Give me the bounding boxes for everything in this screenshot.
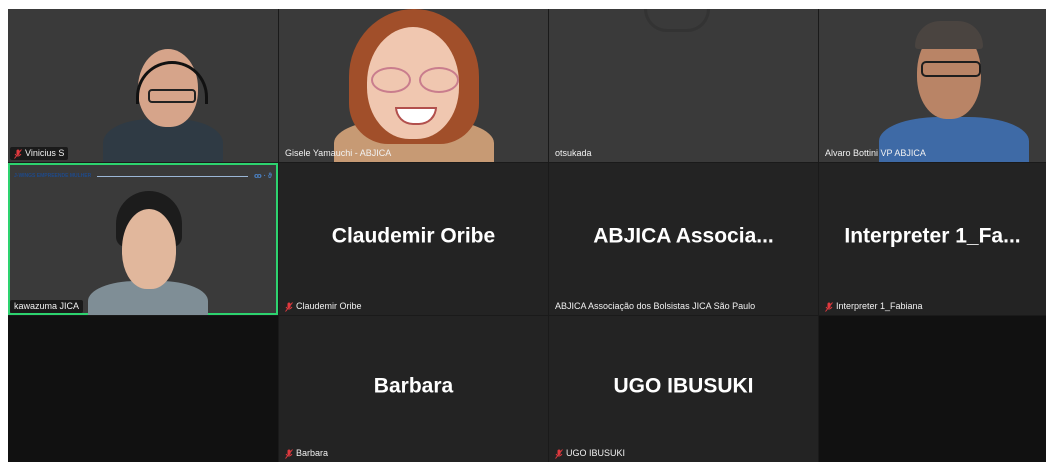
participant-name: otsukada [555, 148, 592, 158]
video-tile-kawazuma[interactable]: J-WINGS EMPREENDE MULHER ꝏ · ϑ kawazuma … [8, 163, 278, 315]
participant-name-tag: otsukada [551, 147, 596, 160]
muted-mic-icon [285, 301, 293, 312]
participant-name-tag: Vinicius S [10, 147, 69, 160]
participant-name-tag: Alvaro Bottini VP ABJICA [821, 147, 930, 160]
participant-video [8, 163, 278, 315]
participant-display-name: Claudemir Oribe [331, 224, 496, 248]
participant-video [644, 9, 710, 32]
participant-name-tag: ABJICA Associação dos Bolsistas JICA São… [551, 300, 759, 313]
avatar-tile-claudemir[interactable]: Claudemir Oribe Claudemir Oribe [279, 163, 548, 315]
participant-name: Barbara [296, 448, 329, 458]
avatar-tile-abjica[interactable]: ABJICA Associa... ABJICA Associação dos … [549, 163, 818, 315]
avatar-tile-ugo[interactable]: UGO IBUSUKI UGO IBUSUKI [549, 316, 818, 462]
participant-name: Interpreter 1_Fabiana [836, 301, 923, 311]
participant-display-name: ABJICA Associa... [593, 224, 774, 248]
video-tile-vinicius[interactable]: Vinicius S [8, 9, 278, 162]
participant-name-tag: Gisele Yamauchi - ABJICA [281, 147, 395, 160]
video-tile-alvaro[interactable]: Alvaro Bottini VP ABJICA [819, 9, 1046, 162]
empty-grid-area-left [8, 316, 278, 462]
muted-mic-icon [14, 148, 22, 159]
participant-name: ABJICA Associação dos Bolsistas JICA São… [555, 301, 756, 311]
participant-name-tag: Interpreter 1_Fabiana [821, 300, 927, 313]
participant-display-name: UGO IBUSUKI [613, 374, 754, 398]
muted-mic-icon [825, 301, 833, 312]
participant-name: Alvaro Bottini VP ABJICA [825, 148, 926, 158]
participant-name-tag: kawazuma JICA [10, 300, 84, 313]
participant-video [8, 9, 278, 162]
participant-display-name: Interpreter 1_Fa... [844, 224, 1021, 248]
participant-name: kawazuma JICA [14, 301, 80, 311]
participant-name-tag: UGO IBUSUKI [551, 447, 629, 460]
avatar-tile-interpreter[interactable]: Interpreter 1_Fa... Interpreter 1_Fabian… [819, 163, 1046, 315]
muted-mic-icon [555, 448, 563, 459]
participant-video [279, 9, 548, 162]
participant-name: Claudemir Oribe [296, 301, 362, 311]
participant-video [819, 9, 1046, 162]
participant-display-name: Barbara [373, 374, 454, 398]
muted-mic-icon [285, 448, 293, 459]
video-grid: Vinicius S Gisele Yamauchi - ABJICA otsu… [8, 9, 1046, 462]
empty-grid-area-right [819, 316, 1046, 462]
participant-name-tag: Barbara [281, 447, 332, 460]
video-tile-gisele[interactable]: Gisele Yamauchi - ABJICA [279, 9, 548, 162]
participant-name-tag: Claudemir Oribe [281, 300, 366, 313]
participant-name: Vinicius S [25, 148, 65, 158]
participant-name: Gisele Yamauchi - ABJICA [285, 148, 392, 158]
video-tile-otsukada[interactable]: otsukada [549, 9, 818, 162]
avatar-tile-barbara[interactable]: Barbara Barbara [279, 316, 548, 462]
participant-name: UGO IBUSUKI [566, 448, 626, 458]
